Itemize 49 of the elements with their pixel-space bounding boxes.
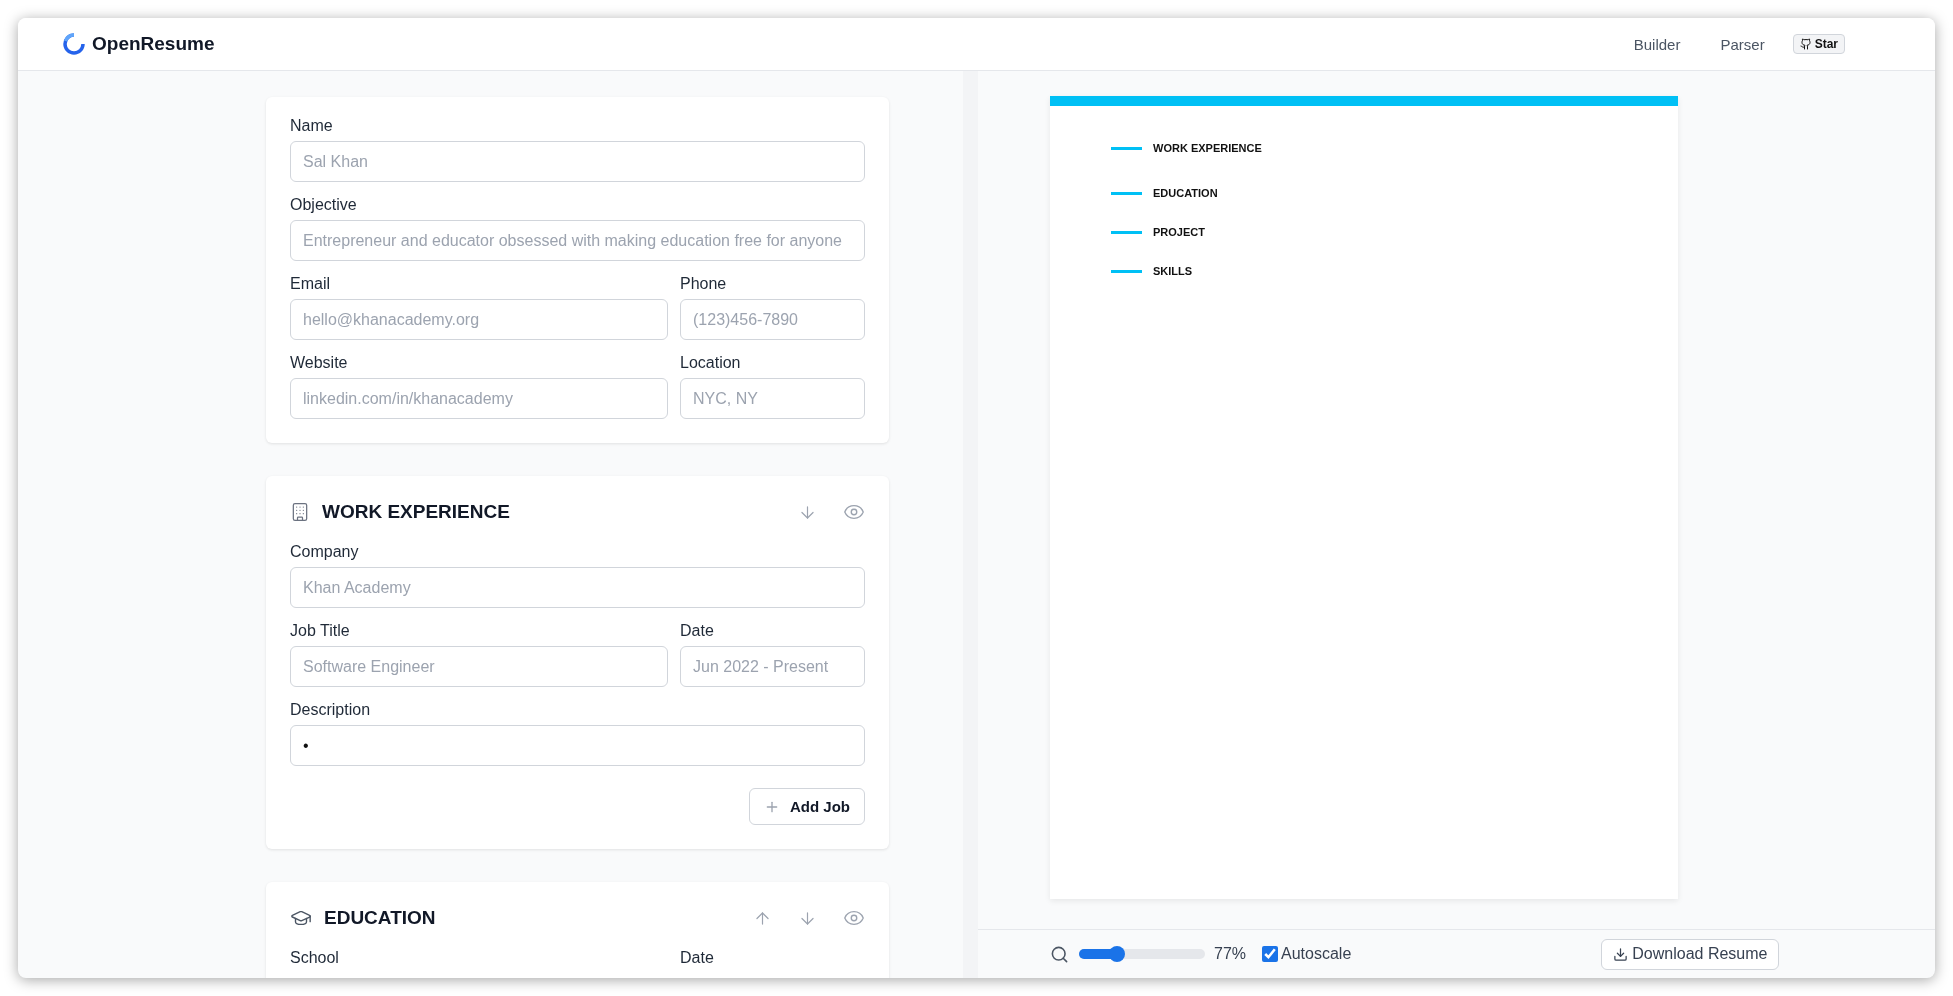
- input-field[interactable]: Khan Academy: [290, 567, 865, 608]
- github-icon: [1799, 38, 1812, 50]
- input-field[interactable]: linkedin.com/in/khanacademy: [290, 378, 668, 419]
- field-label: Objective: [290, 196, 358, 214]
- input-field[interactable]: Software Engineer: [290, 646, 668, 687]
- description-field[interactable]: •: [290, 725, 865, 766]
- section-title: EDUCATION: [324, 907, 437, 929]
- field-label: Name: [290, 117, 334, 135]
- resume-section-heading: PROJECT: [1153, 226, 1205, 238]
- field-label: Email: [290, 275, 331, 293]
- resume-section-heading: SKILLS: [1153, 265, 1193, 277]
- field-label: Location: [680, 354, 742, 372]
- resume-section-heading: EDUCATION: [1153, 187, 1218, 199]
- search-icon: [1050, 944, 1069, 964]
- field-label: Date: [680, 622, 715, 640]
- nav-link[interactable]: Builder: [1633, 35, 1681, 53]
- heading-dash: [1111, 269, 1142, 273]
- field-label: Job Title: [290, 622, 351, 640]
- autoscale-checkbox[interactable]: [1262, 946, 1279, 962]
- heading-dash: [1111, 146, 1142, 150]
- add-job-button[interactable]: Add Job: [749, 788, 865, 825]
- zoom-slider[interactable]: [1079, 949, 1205, 959]
- field-label: School: [290, 949, 340, 967]
- star-button[interactable]: Star: [1792, 34, 1845, 54]
- field-label: Date: [680, 949, 715, 967]
- slider-thumb[interactable]: [1108, 946, 1125, 962]
- heading-dash: [1111, 191, 1142, 195]
- zoom-reading: 77%: [1214, 945, 1247, 963]
- download-button[interactable]: Download Resume: [1601, 938, 1780, 970]
- download-icon: [1613, 946, 1629, 962]
- input-field[interactable]: Sal Khan: [290, 141, 865, 182]
- brand-name: OpenResume: [92, 33, 215, 55]
- scrollbar-track[interactable]: [963, 71, 978, 978]
- input-field[interactable]: Entrepreneur and educator obsessed with making education free for anyone: [290, 220, 865, 261]
- checkbox-label: Autoscale: [1281, 945, 1352, 963]
- logo-icon: [62, 32, 86, 56]
- heading-dash: [1111, 230, 1142, 234]
- field-label: Website: [290, 354, 349, 372]
- field-label: Company: [290, 543, 360, 561]
- field-label: Description: [290, 701, 372, 719]
- building-icon: [290, 502, 310, 522]
- resume-section-heading: WORK EXPERIENCE: [1153, 142, 1262, 154]
- section-title: WORK EXPERIENCE: [322, 501, 511, 523]
- input-field[interactable]: hello@khanacademy.org: [290, 299, 668, 340]
- input-field[interactable]: NYC, NY: [680, 378, 865, 419]
- nav-link[interactable]: Parser: [1720, 35, 1765, 53]
- input-field[interactable]: (123)456-7890: [680, 299, 865, 340]
- field-label: Phone: [680, 275, 728, 293]
- input-field[interactable]: Jun 2022 - Present: [680, 646, 865, 687]
